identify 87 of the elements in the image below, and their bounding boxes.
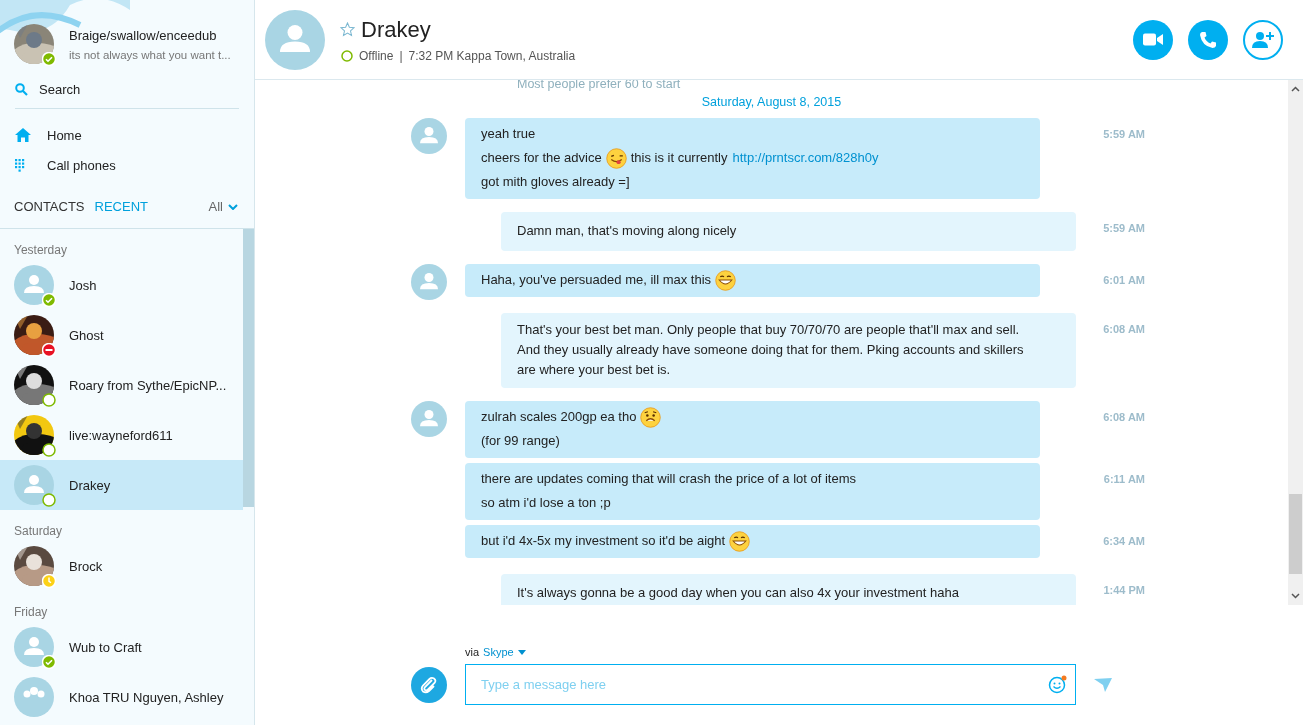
list-tab[interactable]: CONTACTS xyxy=(14,199,85,214)
separator: | xyxy=(399,48,403,63)
message-text: this is it currently xyxy=(630,149,728,167)
contact-item[interactable]: Brock xyxy=(0,541,243,591)
message-text: but i'd 4x-5x my investment so it'd be aight xyxy=(481,532,726,550)
smiley-icon xyxy=(729,530,751,552)
local-time: 7:32 PM Kappa Town, Australia xyxy=(408,48,576,63)
search-field[interactable]: Search xyxy=(15,82,239,109)
add-person-icon xyxy=(1252,30,1274,49)
profile-name: Braige/swallow/enceedub xyxy=(69,27,218,43)
message-text: Damn man, that's moving along nicely xyxy=(517,222,737,240)
message-text: That's your best bet man. Only people that buy 70/70/70 are people that'll max and sell. And they usually already have someone doing that for them. Pking accounts and skillers are where your best bet is. xyxy=(517,321,1025,379)
message-time: 6:08 AM xyxy=(1102,410,1145,423)
smiley-icon[interactable] xyxy=(1048,674,1068,694)
message-text: Haha, you've persuaded me, ill max this xyxy=(481,271,712,289)
scrollbar[interactable] xyxy=(1288,80,1303,605)
section-heading: Friday xyxy=(13,604,49,617)
message-text: (for 99 range) xyxy=(481,432,560,450)
send-icon[interactable] xyxy=(1094,677,1112,692)
add-contact-button[interactable] xyxy=(1243,19,1283,60)
status-text: Offline xyxy=(359,48,394,63)
scroll-down-icon[interactable] xyxy=(1291,593,1300,599)
call-button[interactable] xyxy=(1188,19,1228,60)
mood-message: its not always what you want t... xyxy=(69,48,231,61)
message-text: so atm i'd lose a ton ;p xyxy=(481,494,611,512)
avatar-icon xyxy=(14,465,54,505)
message-text: got mith gloves already =] xyxy=(481,173,630,191)
avatar-icon xyxy=(411,118,447,154)
contact-item[interactable]: Drakey xyxy=(0,460,243,510)
contact-item[interactable]: Khoa TRU Nguyen, Ashley xyxy=(0,672,243,722)
avatar-icon xyxy=(411,264,447,300)
star-icon[interactable] xyxy=(340,22,355,37)
message-time: 5:59 AM xyxy=(1102,221,1145,234)
contact-item[interactable]: Ghost xyxy=(0,310,243,360)
phone-icon xyxy=(1199,30,1217,49)
message-time: 6:34 AM xyxy=(1102,534,1145,547)
message-text: there are updates coming that will crash the price of a lot of items xyxy=(481,470,857,488)
message-text: yeah true xyxy=(481,125,536,143)
paperclip-icon xyxy=(420,675,438,694)
section-heading: Yesterday xyxy=(13,242,68,255)
video-camera-icon xyxy=(1143,33,1163,46)
caret-icon xyxy=(517,649,526,655)
contact-name: Ghost xyxy=(69,327,104,343)
service-dropdown[interactable]: Skype xyxy=(483,646,526,658)
smiley-icon xyxy=(640,406,662,428)
contact-name: Drakey xyxy=(361,16,431,43)
contact-name: Brock xyxy=(69,558,103,574)
contact-name: Khoa TRU Nguyen, Ashley xyxy=(69,689,224,705)
group-avatar-icon xyxy=(14,677,54,717)
dialpad-icon xyxy=(15,158,25,172)
scrollbar-thumb[interactable] xyxy=(243,229,254,507)
chevron-icon xyxy=(228,203,238,210)
message-input[interactable]: Type a message here xyxy=(465,664,1076,705)
section-heading: Saturday xyxy=(13,523,64,536)
message-time: 6:08 AM xyxy=(1102,322,1145,335)
smiley-icon xyxy=(605,147,627,169)
message-time: 1:44 PM xyxy=(1102,583,1145,596)
message-time: 6:01 AM xyxy=(1102,273,1145,286)
filter-dropdown[interactable]: All xyxy=(208,199,238,214)
nav-item[interactable]: Home xyxy=(0,120,254,150)
contact-name: live:wayneford611 xyxy=(69,427,173,443)
nav-item[interactable]: Call phones xyxy=(0,150,254,180)
contact-item[interactable]: Wub to Craft xyxy=(0,622,243,672)
search-icon xyxy=(15,83,28,96)
contact-item[interactable]: Roary from Sythe/EpicNP... xyxy=(0,360,243,410)
message-text: zulrah scales 200gp ea tho xyxy=(481,408,637,426)
message-time: 6:11 AM xyxy=(1102,472,1145,485)
avatar-icon xyxy=(411,401,447,437)
via-label: via xyxy=(465,646,480,658)
attach-button[interactable] xyxy=(411,666,447,703)
video-call-button[interactable] xyxy=(1133,19,1173,60)
contact-name: Drakey xyxy=(69,477,111,493)
avatar-icon xyxy=(14,627,54,667)
smiley-icon xyxy=(715,269,737,291)
scrollbar-thumb[interactable] xyxy=(1289,494,1302,574)
contact-name: Josh xyxy=(69,277,97,293)
avatar-icon xyxy=(14,265,54,305)
contact-item[interactable]: Josh xyxy=(0,260,243,310)
message-text: It's always gonna be a good day when you can also 4x your investment haha xyxy=(517,584,959,602)
message-text: cheers for the advice xyxy=(481,149,602,167)
contact-name: Roary from Sythe/EpicNP... xyxy=(69,377,227,393)
contact-item[interactable]: live:wayneford611 xyxy=(0,410,243,460)
message-time: 5:59 AM xyxy=(1102,127,1145,140)
contact-name: Wub to Craft xyxy=(69,639,142,655)
home-icon xyxy=(15,128,31,142)
avatar-icon xyxy=(265,9,325,70)
scroll-up-icon[interactable] xyxy=(1291,86,1300,92)
